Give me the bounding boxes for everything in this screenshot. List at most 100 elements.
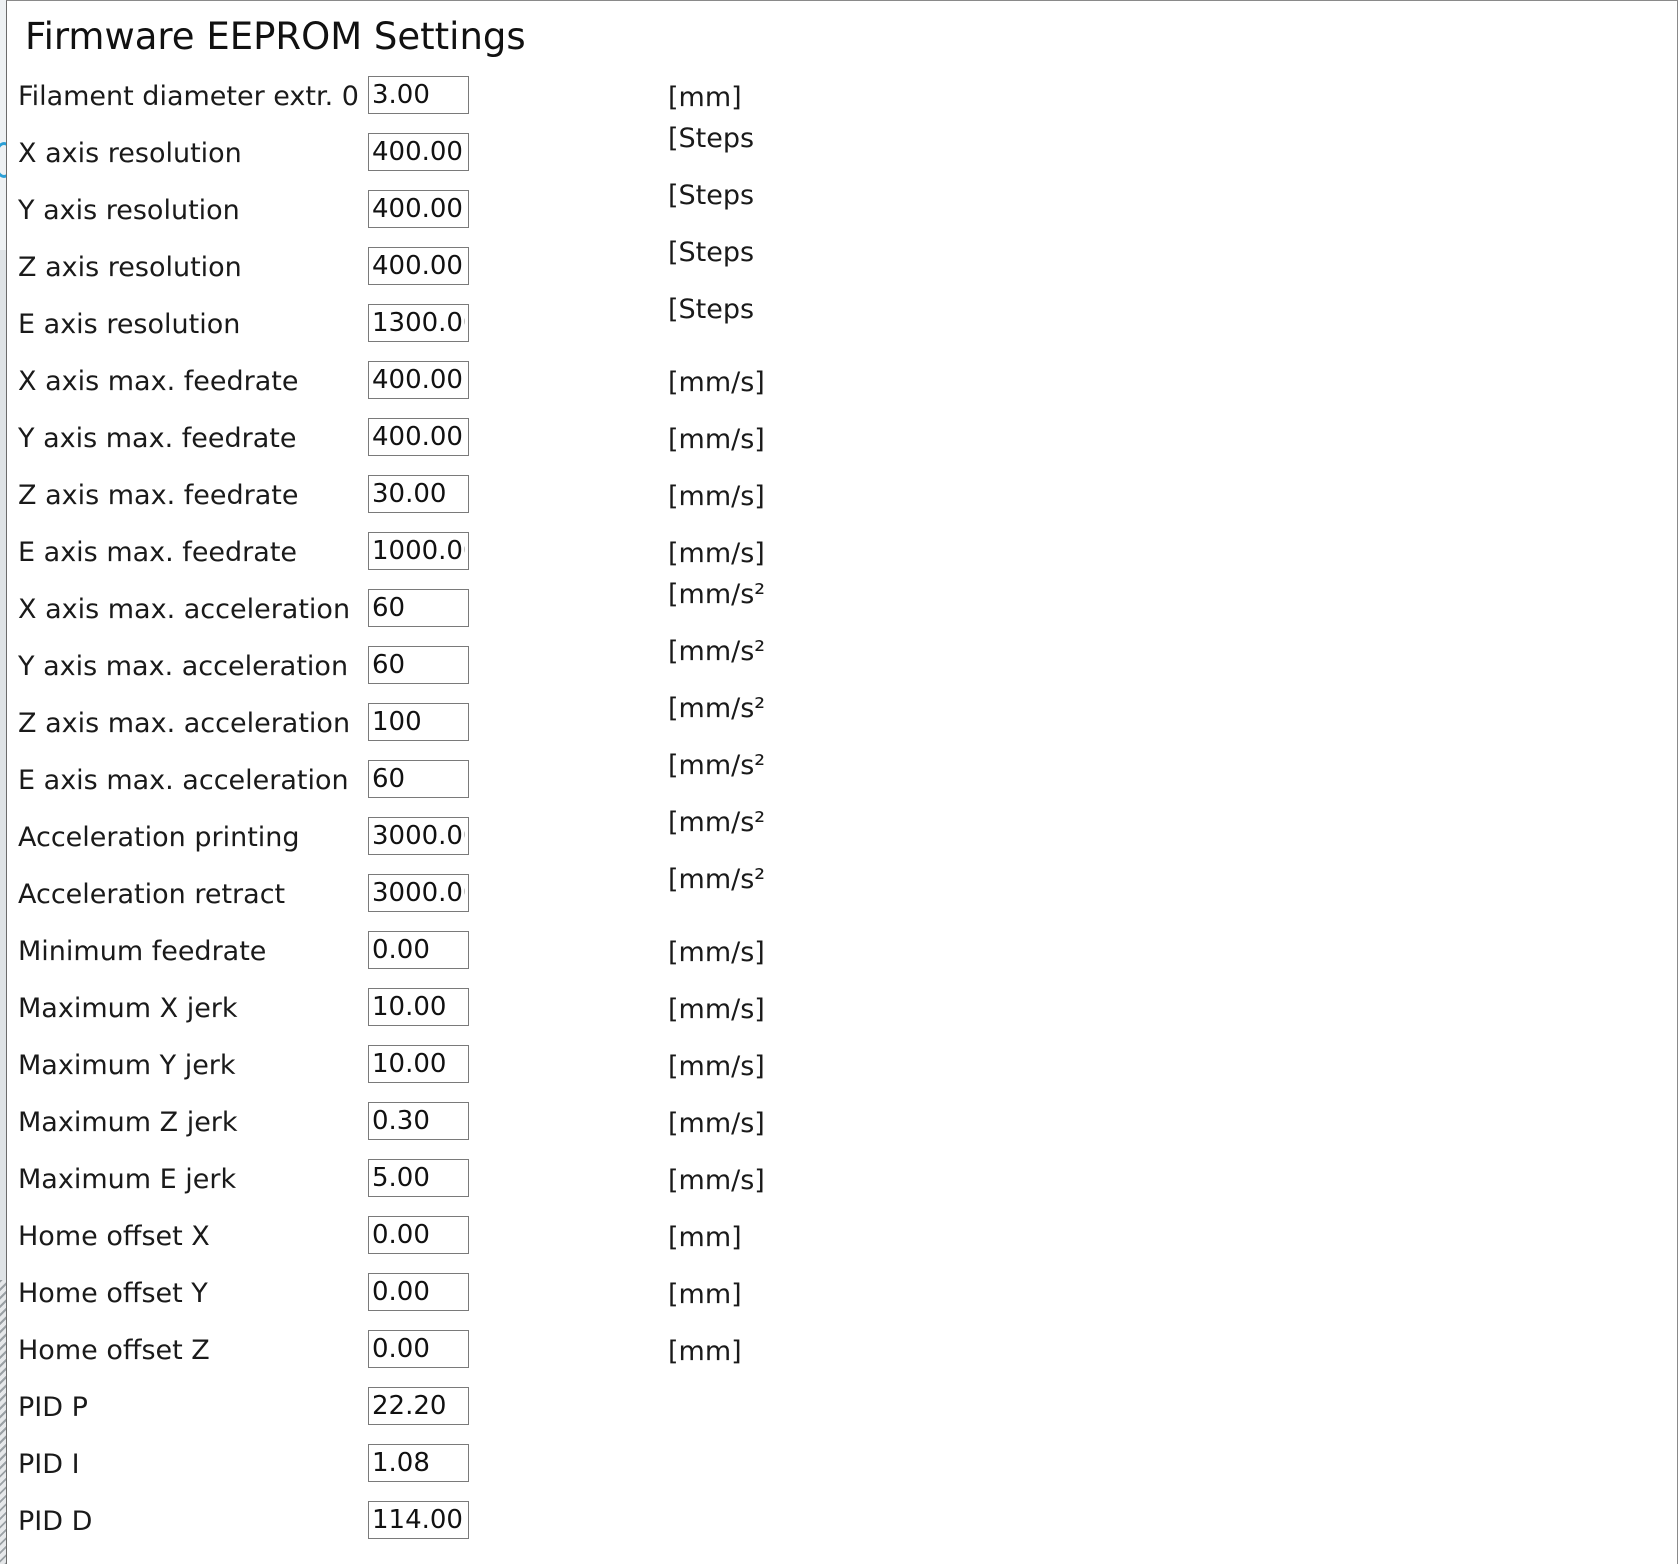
setting-input-home-offset-z[interactable] [368, 1330, 469, 1368]
setting-input-e-axis-max-acceleration[interactable] [368, 760, 469, 798]
setting-label: Minimum feedrate [18, 936, 267, 967]
setting-row-maximum-y-jerk: Maximum Y jerk [mm/s] [7, 1043, 1007, 1100]
setting-unit: [mm/s] [668, 424, 765, 455]
setting-unit: [Steps [668, 237, 755, 268]
setting-unit: [mm] [668, 1222, 742, 1253]
setting-row-e-axis-resolution: E axis resolution [Steps [7, 294, 1007, 359]
setting-input-y-axis-max-acceleration[interactable] [368, 646, 469, 684]
setting-unit: [mm] [668, 1336, 742, 1367]
setting-row-x-axis-resolution: X axis resolution [Steps [7, 123, 1007, 188]
setting-unit: [mm/s] [668, 1165, 765, 1196]
setting-input-filament-diameter-extr-0[interactable] [368, 76, 469, 114]
setting-label: E axis resolution [18, 309, 241, 340]
setting-label: PID P [18, 1392, 88, 1423]
setting-label: X axis resolution [18, 138, 242, 169]
setting-row-y-axis-max-feedrate: Y axis max. feedrate [mm/s] [7, 416, 1007, 473]
setting-input-x-axis-resolution[interactable] [368, 133, 469, 171]
setting-input-z-axis-max-feedrate[interactable] [368, 475, 469, 513]
setting-label: Acceleration printing [18, 822, 300, 853]
setting-label: Maximum Y jerk [18, 1050, 236, 1081]
setting-row-pid-d: PID D [7, 1499, 1007, 1556]
setting-input-maximum-x-jerk[interactable] [368, 988, 469, 1026]
setting-unit: [mm] [668, 82, 742, 113]
setting-row-x-axis-max-acceleration: X axis max. acceleration [mm/s² [7, 579, 1007, 644]
setting-row-e-axis-max-acceleration: E axis max. acceleration [mm/s² [7, 750, 1007, 815]
setting-input-home-offset-y[interactable] [368, 1273, 469, 1311]
setting-input-x-axis-max-feedrate[interactable] [368, 361, 469, 399]
setting-row-minimum-feedrate: Minimum feedrate [mm/s] [7, 929, 1007, 986]
setting-row-acceleration-retract: Acceleration retract [mm/s² [7, 864, 1007, 929]
setting-unit: [Steps [668, 123, 755, 154]
setting-unit: [Steps [668, 294, 755, 325]
setting-row-x-axis-max-feedrate: X axis max. feedrate [mm/s] [7, 359, 1007, 416]
setting-input-maximum-z-jerk[interactable] [368, 1102, 469, 1140]
setting-row-y-axis-max-acceleration: Y axis max. acceleration [mm/s² [7, 636, 1007, 701]
setting-row-e-axis-max-feedrate: E axis max. feedrate [mm/s] [7, 530, 1007, 587]
setting-input-acceleration-retract[interactable] [368, 874, 469, 912]
setting-label: Filament diameter extr. 0 [18, 81, 359, 112]
setting-row-home-offset-z: Home offset Z [mm] [7, 1328, 1007, 1385]
eeprom-settings-dialog: Firmware EEPROM Settings Filament diamet… [6, 0, 1678, 1564]
setting-input-e-axis-max-feedrate[interactable] [368, 532, 469, 570]
setting-unit: [mm/s] [668, 481, 765, 512]
setting-label: Home offset Y [18, 1278, 208, 1309]
setting-label: E axis max. feedrate [18, 537, 298, 568]
setting-row-y-axis-resolution: Y axis resolution [Steps [7, 180, 1007, 245]
setting-label: Acceleration retract [18, 879, 286, 910]
setting-input-acceleration-printing[interactable] [368, 817, 469, 855]
setting-label: Maximum X jerk [18, 993, 238, 1024]
setting-label: Home offset X [18, 1221, 210, 1252]
setting-label: E axis max. acceleration [18, 765, 349, 796]
setting-unit: [mm/s] [668, 1108, 765, 1139]
setting-unit: [mm/s] [668, 994, 765, 1025]
setting-input-home-offset-x[interactable] [368, 1216, 469, 1254]
setting-label: Z axis resolution [18, 252, 242, 283]
setting-input-maximum-y-jerk[interactable] [368, 1045, 469, 1083]
setting-unit: [mm/s] [668, 1051, 765, 1082]
setting-unit: [mm/s² [668, 864, 766, 895]
setting-unit: [mm/s] [668, 367, 765, 398]
setting-unit: [mm/s² [668, 750, 766, 781]
setting-label: Y axis resolution [18, 195, 240, 226]
setting-unit: [mm/s² [668, 807, 766, 838]
setting-label: Y axis max. feedrate [18, 423, 297, 454]
setting-input-pid-p[interactable] [368, 1387, 469, 1425]
setting-unit: [mm/s² [668, 693, 766, 724]
setting-input-minimum-feedrate[interactable] [368, 931, 469, 969]
setting-unit: [mm/s] [668, 538, 765, 569]
setting-row-z-axis-max-feedrate: Z axis max. feedrate [mm/s] [7, 473, 1007, 530]
setting-row-pid-p: PID P [7, 1385, 1007, 1442]
setting-unit: [mm] [668, 1279, 742, 1310]
settings-list: Filament diameter extr. 0 [mm] X axis reso… [7, 74, 1007, 1556]
setting-row-maximum-z-jerk: Maximum Z jerk [mm/s] [7, 1100, 1007, 1157]
setting-input-z-axis-max-acceleration[interactable] [368, 703, 469, 741]
setting-input-pid-i[interactable] [368, 1444, 469, 1482]
setting-input-e-axis-resolution[interactable] [368, 304, 469, 342]
setting-row-acceleration-printing: Acceleration printing [mm/s² [7, 807, 1007, 872]
setting-unit: [mm/s² [668, 636, 766, 667]
setting-row-z-axis-resolution: Z axis resolution [Steps [7, 237, 1007, 302]
setting-input-y-axis-resolution[interactable] [368, 190, 469, 228]
setting-label: Home offset Z [18, 1335, 210, 1366]
setting-input-z-axis-resolution[interactable] [368, 247, 469, 285]
setting-label: Z axis max. acceleration [18, 708, 351, 739]
setting-label: Z axis max. feedrate [18, 480, 299, 511]
setting-row-maximum-e-jerk: Maximum E jerk [mm/s] [7, 1157, 1007, 1214]
setting-row-pid-i: PID I [7, 1442, 1007, 1499]
setting-label: PID I [18, 1449, 80, 1480]
setting-row-maximum-x-jerk: Maximum X jerk [mm/s] [7, 986, 1007, 1043]
setting-input-pid-d[interactable] [368, 1501, 469, 1539]
setting-input-y-axis-max-feedrate[interactable] [368, 418, 469, 456]
setting-label: Y axis max. acceleration [18, 651, 349, 682]
setting-row-filament-diameter-extr-0: Filament diameter extr. 0 [mm] [7, 74, 1007, 131]
dialog-title: Firmware EEPROM Settings [25, 15, 526, 58]
setting-unit: [Steps [668, 180, 755, 211]
setting-input-maximum-e-jerk[interactable] [368, 1159, 469, 1197]
setting-label: Maximum E jerk [18, 1164, 237, 1195]
setting-input-x-axis-max-acceleration[interactable] [368, 589, 469, 627]
setting-label: X axis max. acceleration [18, 594, 351, 625]
setting-label: Maximum Z jerk [18, 1107, 238, 1138]
setting-label: PID D [18, 1506, 93, 1537]
setting-label: X axis max. feedrate [18, 366, 299, 397]
setting-unit: [mm/s² [668, 579, 766, 610]
